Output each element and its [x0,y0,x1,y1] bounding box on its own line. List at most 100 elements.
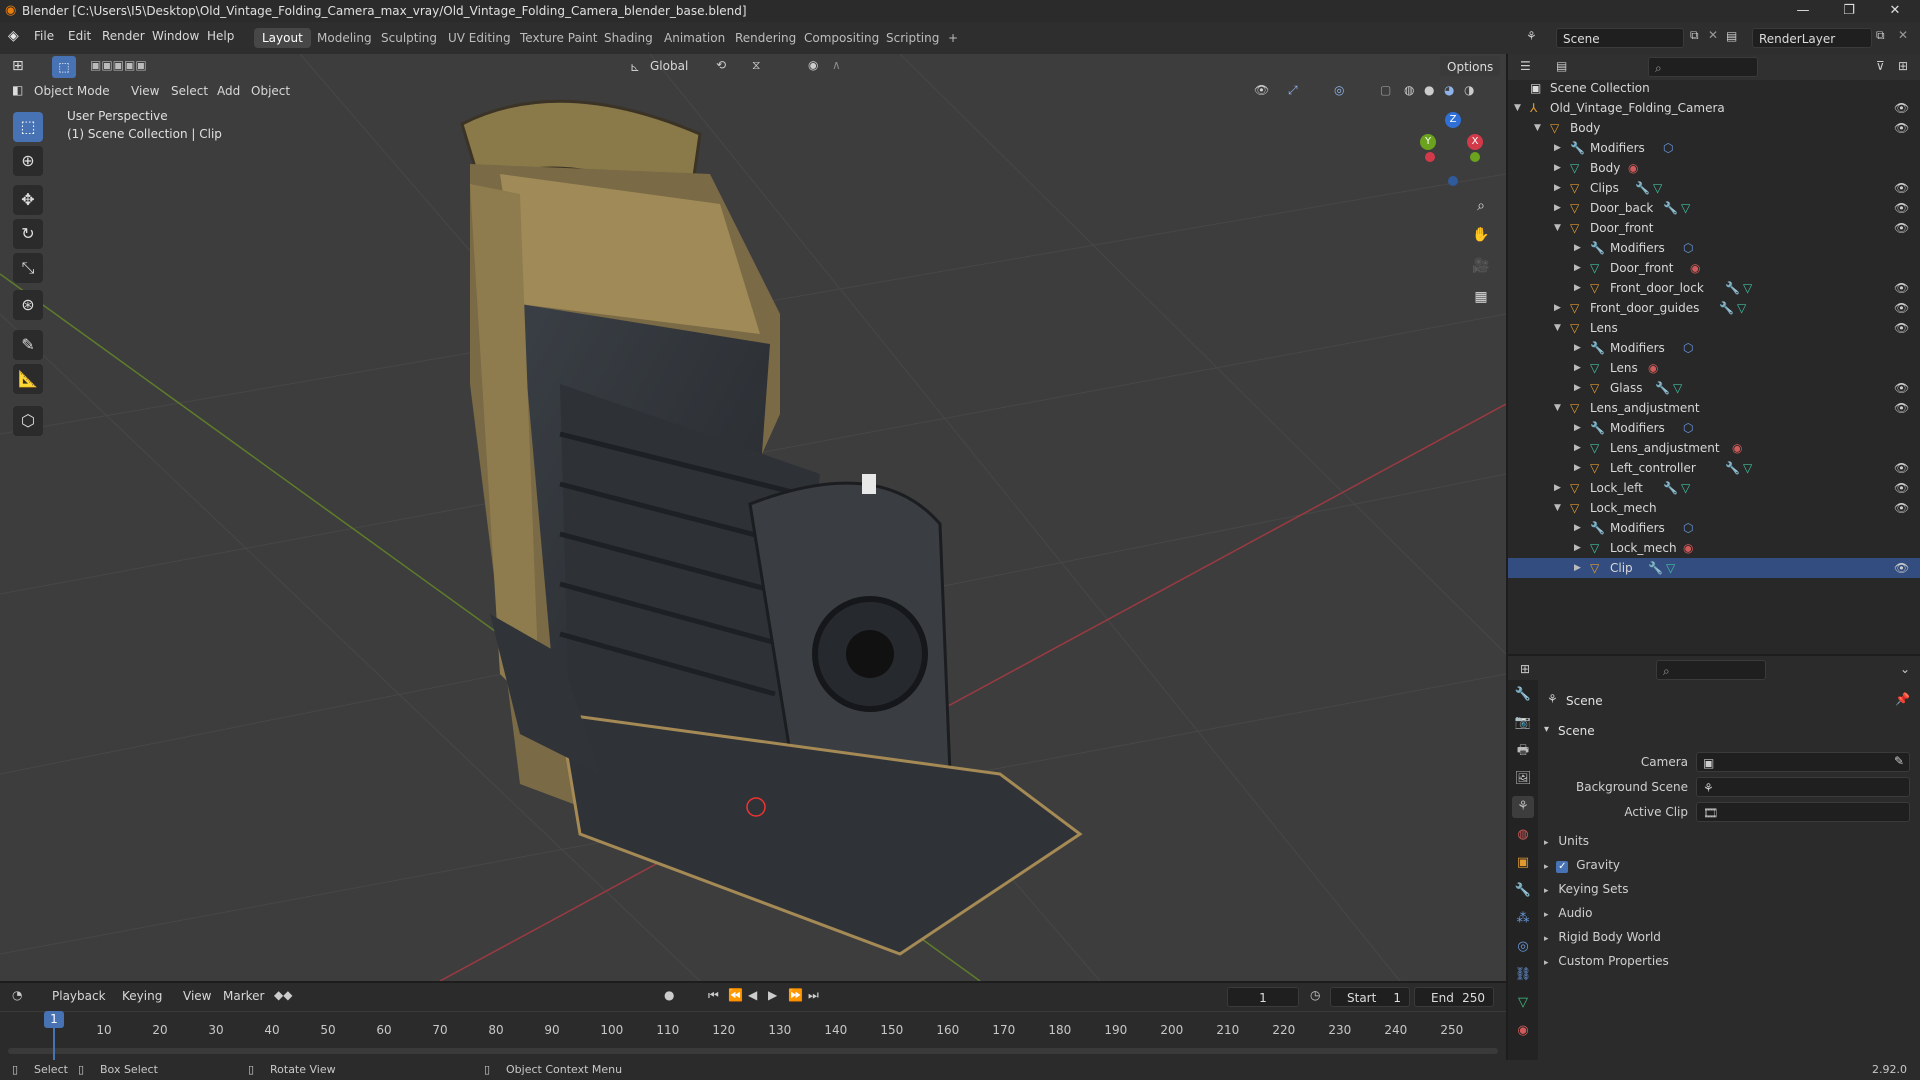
menu-edit[interactable]: Edit [68,29,91,43]
camera-model[interactable] [460,99,1083,956]
output-tab-icon[interactable]: 🖶 [1512,740,1534,762]
outliner-root[interactable]: ▣ Scene Collection [1508,78,1920,98]
outliner-row[interactable]: ▼ ▽ Lock_mech 👁 [1508,498,1920,518]
start-frame-field[interactable]: Start 1 [1330,987,1410,1007]
expand-arrow-icon[interactable]: ▶ [1574,438,1581,458]
mesh-icon[interactable]: ▽ [1653,178,1662,198]
outliner-row[interactable]: ▶ ▽ Left_controller 🔧 ▽ 👁 [1508,458,1920,478]
preview-range-icon[interactable]: ◷ [1310,988,1320,1002]
material-tab-icon[interactable]: ◉ [1512,1020,1534,1042]
expand-arrow-icon[interactable]: ▶ [1554,478,1561,498]
world-tab-icon[interactable]: ◍ [1512,824,1534,846]
outliner-row[interactable]: ▶ ▽ Door_back 🔧 ▽ 👁 [1508,198,1920,218]
scene-icon[interactable]: ⚘ [1526,29,1537,43]
filter-icon[interactable]: ⊽ [1876,59,1885,73]
eyedropper-icon[interactable]: ✎ [1894,754,1904,768]
properties-search-input[interactable]: ⌕ [1656,660,1766,680]
object-tab-icon[interactable]: ▣ [1512,852,1534,874]
material-icon[interactable]: ◉ [1628,158,1638,178]
expand-arrow-icon[interactable]: ▶ [1574,458,1581,478]
expand-arrow-icon[interactable]: ▶ [1554,138,1561,158]
timeline-menu-playback[interactable]: Playback [52,989,106,1003]
render-layer-icon[interactable]: ▤ [1726,29,1737,43]
tab-uv-editing[interactable]: UV Editing [440,28,519,48]
material-shading-icon[interactable]: ◕ [1444,83,1454,97]
outliner-row[interactable]: ▶ ▽ Door_front ◉ [1508,258,1920,278]
particles-tab-icon[interactable]: ⁂ [1512,908,1534,930]
expand-arrow-icon[interactable]: ▶ [1574,338,1581,358]
selection-mode-icons[interactable]: ▣▣▣▣▣ [90,58,147,72]
editor-type-icon[interactable]: ⊞ [12,58,24,74]
annotate-tool[interactable]: ✎ [13,330,43,360]
outliner-row[interactable]: ▶ 🔧 Modifiers ⬡ [1508,338,1920,358]
camera-field[interactable]: ▣ [1696,752,1910,772]
timeline-editor-type-icon[interactable]: ◔ [12,988,22,1002]
wrench-icon[interactable]: 🔧 [1663,198,1678,218]
outliner-row[interactable]: ▶ ▽ Front_door_guides 🔧 ▽ 👁 [1508,298,1920,318]
expand-arrow-icon[interactable]: ▶ [1554,178,1561,198]
visibility-eye-icon[interactable]: 👁 [1894,218,1909,238]
expand-arrow-icon[interactable]: ▶ [1574,278,1581,298]
outliner-row[interactable]: ▶ 🔧 Modifiers ⬡ [1508,138,1920,158]
scene-panel-title[interactable]: Scene [1558,724,1595,738]
expand-arrow-icon[interactable]: ▶ [1554,158,1561,178]
modifier-icon[interactable]: ⬡ [1683,338,1693,358]
wrench-icon[interactable]: 🔧 [1719,298,1734,318]
viewport-menu-view[interactable]: View [131,84,159,98]
visibility-eye-icon[interactable]: 👁 [1894,178,1909,198]
expand-arrow-icon[interactable]: ▶ [1574,358,1581,378]
falloff-icon[interactable]: ∧ [832,58,841,72]
move-tool[interactable]: ✥ [13,185,43,215]
visibility-eye-icon[interactable]: 👁 [1894,558,1909,578]
collapse-arrow-icon[interactable]: ▼ [1534,118,1541,138]
rendered-shading-icon[interactable]: ◑ [1464,83,1474,97]
tab-rendering[interactable]: Rendering [727,28,804,48]
wrench-icon[interactable]: 🔧 [1635,178,1650,198]
material-icon[interactable]: ◉ [1732,438,1742,458]
menu-render[interactable]: Render [102,29,145,43]
properties-editor-type-icon[interactable]: ⊞ [1520,662,1530,676]
mesh-icon[interactable]: ▽ [1743,278,1752,298]
modifier-icon[interactable]: ⬡ [1683,518,1693,538]
mesh-icon[interactable]: ▽ [1666,558,1675,578]
rotate-tool[interactable]: ↻ [13,219,43,249]
active-clip-field[interactable]: 🎞 [1696,802,1910,822]
viewport-menu-add[interactable]: Add [217,84,240,98]
expand-arrow-icon[interactable]: ▶ [1574,378,1581,398]
section-keying-sets[interactable]: ▸ Keying Sets [1544,882,1914,902]
collapse-arrow-icon[interactable]: ▼ [1554,498,1561,518]
material-icon[interactable]: ◉ [1690,258,1700,278]
timeline-menu-view[interactable]: View [183,989,211,1003]
visibility-eye-icon[interactable]: 👁 [1894,378,1909,398]
new-scene-icon[interactable]: ⧉ [1690,28,1699,43]
scene-panel-chevron-icon[interactable]: ▾ [1544,724,1549,735]
properties-options-icon[interactable]: ⌄ [1900,662,1910,676]
pin-icon[interactable]: 📌 [1895,692,1910,706]
mesh-icon[interactable]: ▽ [1737,298,1746,318]
visibility-eye-icon[interactable]: 👁 [1894,318,1909,338]
add-cube-tool[interactable]: ⬡ [13,406,43,436]
blender-menu-icon[interactable]: ◈ [8,28,19,44]
section-audio[interactable]: ▸ Audio [1544,906,1914,926]
outliner-row[interactable]: ▶ ▽ Front_door_lock 🔧 ▽ 👁 [1508,278,1920,298]
select-tool-icon[interactable]: ⬚ [52,56,76,78]
outliner-row[interactable]: ▶ ▽ Lens_andjustment ◉ [1508,438,1920,458]
jump-end-icon[interactable]: ⏭ [808,988,819,1003]
gizmo-neg-x[interactable] [1425,152,1435,162]
visibility-eye-icon[interactable]: 👁 [1894,198,1909,218]
outliner-row[interactable]: ▼ ▽ Lens 👁 [1508,318,1920,338]
expand-arrow-icon[interactable]: ▶ [1574,538,1581,558]
proportional-edit-icon[interactable]: ◉ [808,58,818,72]
outliner-row[interactable]: ▶ ▽ Lock_left 🔧 ▽ 👁 [1508,478,1920,498]
outliner-row[interactable]: ▶ ▽ Lens ◉ [1508,358,1920,378]
transform-orientation-dropdown[interactable]: Global [650,59,688,73]
display-mode-icon[interactable]: ▤ [1556,59,1567,73]
outliner-editor-type-icon[interactable]: ☰ [1520,59,1531,73]
expand-arrow-icon[interactable]: ▶ [1574,518,1581,538]
wrench-icon[interactable]: 🔧 [1725,458,1740,478]
visibility-eye-icon[interactable]: 👁 [1894,98,1909,118]
expand-arrow-icon[interactable]: ▶ [1554,198,1561,218]
viewport-menu-object[interactable]: Object [251,84,290,98]
pan-hand-icon[interactable]: ✋ [1468,222,1494,248]
menu-help[interactable]: Help [207,29,234,43]
